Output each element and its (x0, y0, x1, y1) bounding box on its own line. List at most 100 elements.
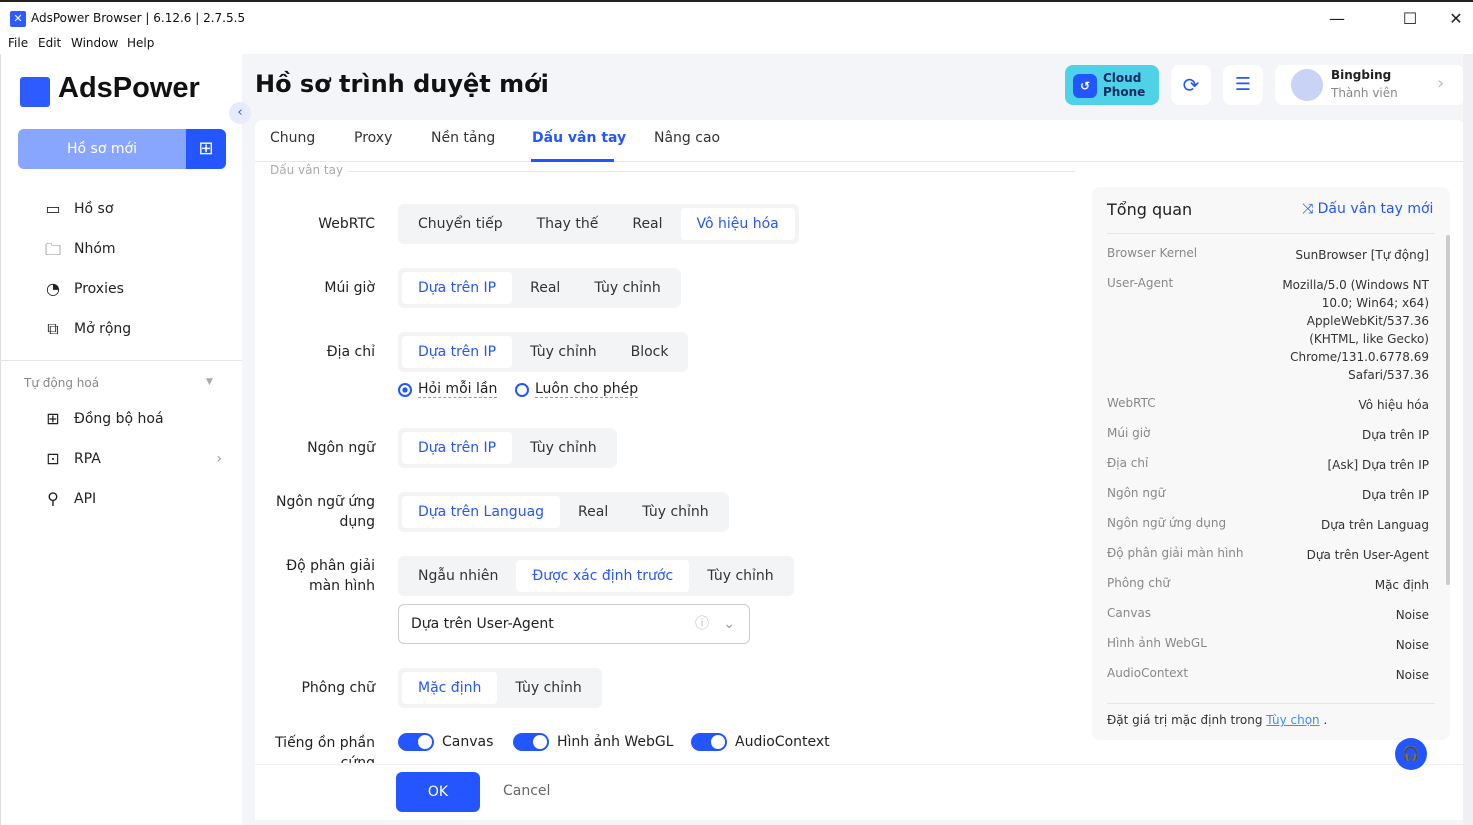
cloud-phone-icon: ↺ (1073, 74, 1097, 98)
sidebar-item-extensions[interactable]: ⧉ Mở rộng (42, 317, 222, 341)
toggle-switch[interactable] (398, 733, 434, 751)
cloud-phone-button[interactable]: ↺ Cloud Phone (1065, 65, 1159, 105)
overview-list: Browser Kernel SunBrowser [Tự động] User-A… (1092, 240, 1450, 702)
tab-proxy[interactable]: Proxy (354, 130, 392, 146)
upload-sync-button[interactable]: ⟳ (1171, 65, 1211, 105)
overview-key: Hình ảnh WebGL (1107, 636, 1207, 650)
overview-value: Dựa trên Languag (1320, 518, 1429, 532)
resolution-segmented: Ngẫu nhiên Được xác định trước Tùy chỉnh (398, 556, 794, 596)
webrtc-option[interactable]: Real (616, 208, 678, 240)
radio-ask-each-time[interactable]: Hỏi mỗi lần (398, 381, 498, 398)
batch-add-icon[interactable]: ⊞ (186, 129, 226, 169)
overview-key: User-Agent (1107, 276, 1174, 290)
ui-language-option[interactable]: Tùy chỉnh (626, 496, 724, 528)
toggle-switch[interactable] (513, 733, 549, 751)
timezone-option[interactable]: Dựa trên IP (402, 272, 513, 304)
menu-help[interactable]: Help (127, 36, 154, 50)
ui-language-label: Ngôn ngữ ứng dụng (276, 494, 375, 530)
section-title: Dấu vân tay (270, 163, 344, 177)
tab-advanced[interactable]: Nâng cao (654, 130, 720, 146)
user-name: Bingbing (1331, 68, 1392, 82)
overview-row: Canvas Noise (1107, 606, 1429, 624)
support-button[interactable]: 🎧 (1395, 738, 1427, 770)
scrollbar[interactable] (1446, 235, 1450, 585)
task-list-button[interactable]: ☰ (1223, 65, 1263, 105)
automation-label[interactable]: Tự động hoá (24, 376, 99, 390)
location-option[interactable]: Tùy chỉnh (514, 336, 612, 368)
overview-row: AudioContext Noise (1107, 666, 1429, 684)
user-role: Thành viên (1331, 86, 1398, 100)
ok-button[interactable]: OK (396, 772, 480, 812)
maximize-button[interactable]: ☐ (1395, 6, 1425, 32)
overview-key: Canvas (1107, 606, 1152, 620)
overview-value: Noise (1395, 668, 1429, 682)
overview-row: Múi giờ Dựa trên IP (1107, 426, 1429, 444)
resolution-label: Độ phân giải màn hình (286, 558, 375, 594)
location-option[interactable]: Block (615, 336, 685, 368)
minimize-button[interactable]: — (1322, 6, 1352, 32)
language-option[interactable]: Tùy chỉnh (514, 432, 612, 464)
menu-bar: File Edit Window Help (0, 34, 1473, 54)
new-profile-button[interactable]: Hồ sơ mới (18, 129, 186, 169)
shuffle-icon: ⤨ (1302, 201, 1318, 217)
sidebar-item-sync[interactable]: ⊞ Đồng bộ hoá (42, 407, 222, 431)
webrtc-option[interactable]: Chuyển tiếp (402, 208, 519, 240)
sidebar-item-profiles[interactable]: ▭ Hồ sơ (42, 197, 222, 221)
options-link[interactable]: Tùy chọn (1266, 713, 1319, 727)
fonts-option[interactable]: Mặc định (402, 672, 498, 704)
tab-platform[interactable]: Nền tảng (431, 130, 495, 146)
divider (1107, 233, 1435, 234)
menu-edit[interactable]: Edit (38, 36, 61, 50)
cancel-button[interactable]: Cancel (503, 783, 550, 799)
avatar (1291, 69, 1323, 101)
overview-key: Múi giờ (1107, 426, 1151, 440)
fonts-option[interactable]: Tùy chỉnh (499, 672, 597, 704)
overview-value: Mặc định (1374, 578, 1429, 592)
sidebar-item-proxies[interactable]: ◔ Proxies (42, 277, 222, 301)
resolution-option[interactable]: Tùy chỉnh (691, 560, 789, 592)
radio-always-allow[interactable]: Luôn cho phép (515, 381, 639, 398)
overview-key: Độ phân giải màn hình (1107, 546, 1244, 560)
webrtc-option[interactable]: Thay thế (521, 208, 615, 240)
overview-value: Dựa trên IP (1362, 428, 1429, 442)
user-menu[interactable]: Bingbing Thành viên › (1275, 65, 1465, 105)
new-fingerprint-button[interactable]: ⤨ Dấu vân tay mới (1302, 201, 1433, 217)
window-scrollbar[interactable] (1463, 54, 1473, 825)
overview-row: Ngôn ngữ ứng dụng Dựa trên Languag (1107, 516, 1429, 534)
overview-key: Browser Kernel (1107, 246, 1198, 260)
toggle-switch[interactable] (691, 733, 727, 751)
sidebar-item-rpa[interactable]: ⊡ RPA › (42, 447, 222, 471)
resolution-option[interactable]: Ngẫu nhiên (402, 560, 514, 592)
webgl-toggle[interactable]: Hình ảnh WebGL (513, 733, 674, 751)
resolution-select[interactable]: Dựa trên User-Agent ⓘ ⌄ (398, 604, 750, 644)
webrtc-option[interactable]: Vô hiệu hóa (680, 208, 795, 240)
sidebar-item-groups[interactable]: 🗀 Nhóm (42, 237, 222, 261)
language-label: Ngôn ngữ (307, 440, 375, 456)
audiocontext-toggle[interactable]: AudioContext (691, 733, 830, 751)
overview-row: WebRTC Vô hiệu hóa (1107, 396, 1429, 414)
resolution-option[interactable]: Được xác định trước (516, 560, 690, 592)
tab-general[interactable]: Chung (270, 130, 315, 146)
tab-fingerprint[interactable]: Dấu vân tay (532, 130, 626, 146)
ui-language-option[interactable]: Real (562, 496, 624, 528)
location-option[interactable]: Dựa trên IP (402, 336, 513, 368)
ui-language-option[interactable]: Dựa trên Languag (402, 496, 561, 528)
divider (348, 171, 1075, 172)
folder-icon: 🗀 (44, 240, 61, 259)
app-icon: ✕ (10, 11, 26, 27)
chevron-down-icon[interactable]: ▼ (206, 377, 213, 387)
timezone-option[interactable]: Real (514, 272, 576, 304)
location-segmented: Dựa trên IP Tùy chỉnh Block (398, 332, 689, 372)
sidebar-item-api[interactable]: ⚲ API (42, 487, 222, 511)
robot-icon: ⊡ (46, 449, 60, 468)
timezone-option[interactable]: Tùy chỉnh (578, 272, 676, 304)
sync-icon: ⊞ (46, 409, 60, 428)
overview-row: Phông chữ Mặc định (1107, 576, 1429, 594)
menu-window[interactable]: Window (71, 36, 118, 50)
overview-key: Ngôn ngữ (1107, 486, 1166, 500)
menu-file[interactable]: File (8, 36, 28, 50)
collapse-sidebar-button[interactable]: ‹ (229, 102, 251, 124)
close-button[interactable]: ✕ (1441, 6, 1471, 32)
language-option[interactable]: Dựa trên IP (402, 432, 513, 464)
canvas-toggle[interactable]: Canvas (398, 733, 493, 751)
